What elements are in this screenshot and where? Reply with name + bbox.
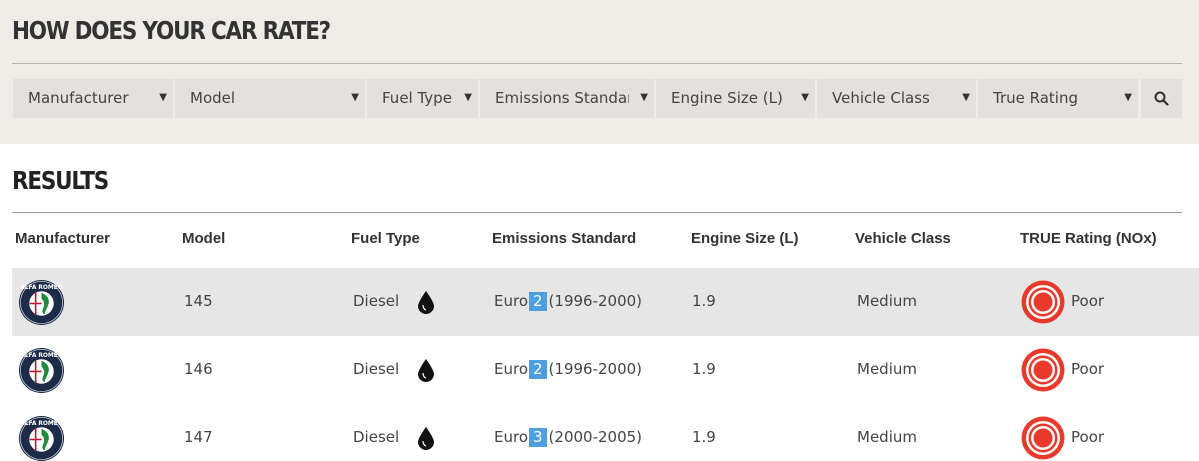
column-header: Model [182, 230, 226, 247]
engine-size-cell: 1.9 [692, 428, 716, 446]
model-cell: 147 [184, 428, 213, 446]
rating-text: Poor [1071, 360, 1105, 378]
column-header: Fuel Type [351, 230, 420, 247]
emissions-prefix: Euro [494, 428, 528, 446]
caret-down-icon: ▼ [159, 92, 167, 103]
fuel-drop-icon [418, 291, 434, 314]
model-cell: 146 [184, 360, 213, 378]
table-row[interactable]: ALFA ROMEO 146 Diesel Euro 2 (1996-2000) 1… [12, 336, 1199, 404]
emissions-years: (1996-2000) [548, 292, 643, 310]
select-label: Manufacturer [28, 89, 129, 107]
results-title: RESULTS [12, 166, 109, 195]
fuel-type-select[interactable]: Fuel Type ▼ [367, 79, 478, 118]
svg-text:ALFA ROMEO: ALFA ROMEO [20, 353, 62, 359]
rating-text: Poor [1071, 428, 1105, 446]
model-select[interactable]: Model ▼ [175, 79, 365, 118]
select-label: Model [190, 89, 236, 107]
poor-rating-icon [1021, 416, 1065, 460]
emissions-prefix: Euro [494, 292, 528, 310]
euro-level-badge: 2 [529, 360, 547, 379]
emissions-years: (2000-2005) [548, 428, 643, 446]
vehicle-class-cell: Medium [857, 428, 917, 446]
engine-size-cell: 1.9 [692, 292, 716, 310]
emissions-cell: Euro 2 (1996-2000) [494, 292, 642, 311]
poor-rating-icon [1021, 280, 1065, 324]
fuel-type-cell: Diesel [353, 428, 400, 446]
poor-rating-icon [1021, 348, 1065, 392]
divider [12, 63, 1182, 64]
true-rating-select[interactable]: True Rating ▼ [978, 79, 1138, 118]
alfa-romeo-logo: ALFA ROMEO [18, 279, 65, 326]
emissions-prefix: Euro [494, 360, 528, 378]
svg-text:ALFA ROMEO: ALFA ROMEO [20, 285, 62, 291]
emissions-cell: Euro 2 (1996-2000) [494, 360, 642, 379]
caret-down-icon: ▼ [351, 92, 359, 103]
table-row[interactable]: ALFA ROMEO 145 Diesel Euro 2 (1996-2000) 1… [12, 268, 1199, 336]
column-header: Emissions Standard [492, 230, 637, 247]
column-header: Manufacturer [15, 230, 111, 247]
table-row[interactable]: ALFA ROMEO 147 Diesel Euro 3 (2000-2005) 1… [12, 404, 1199, 461]
select-label: Emissions Standar [495, 89, 629, 107]
select-label: True Rating [993, 89, 1078, 107]
svg-text:ALFA ROMEO: ALFA ROMEO [20, 421, 62, 427]
rating-text: Poor [1071, 292, 1105, 310]
search-button[interactable] [1141, 79, 1182, 118]
euro-level-badge: 3 [529, 428, 547, 447]
select-label: Vehicle Class [832, 89, 930, 107]
emissions-standard-select[interactable]: Emissions Standar ▼ [480, 79, 654, 118]
search-icon [1154, 91, 1169, 106]
fuel-type-cell: Diesel [353, 292, 400, 310]
column-header: TRUE Rating (NOx) [1020, 230, 1157, 247]
emissions-cell: Euro 3 (2000-2005) [494, 428, 642, 447]
select-label: Fuel Type [382, 89, 452, 107]
caret-down-icon: ▼ [962, 92, 970, 103]
vehicle-class-cell: Medium [857, 360, 917, 378]
caret-down-icon: ▼ [1124, 92, 1132, 103]
column-header: Engine Size (L) [691, 230, 799, 247]
vehicle-class-cell: Medium [857, 292, 917, 310]
vehicle-class-select[interactable]: Vehicle Class ▼ [817, 79, 976, 118]
fuel-drop-icon [418, 427, 434, 450]
engine-size-cell: 1.9 [692, 360, 716, 378]
caret-down-icon: ▼ [464, 92, 472, 103]
divider [12, 212, 1182, 213]
column-header: Vehicle Class [855, 230, 951, 247]
filter-panel: HOW DOES YOUR CAR RATE? Manufacturer ▼ M… [0, 0, 1199, 144]
select-label: Engine Size (L) [671, 89, 783, 107]
caret-down-icon: ▼ [640, 92, 648, 103]
alfa-romeo-logo: ALFA ROMEO [18, 347, 65, 394]
fuel-type-cell: Diesel [353, 360, 400, 378]
page-title: HOW DOES YOUR CAR RATE? [12, 16, 331, 45]
alfa-romeo-logo: ALFA ROMEO [18, 415, 65, 461]
manufacturer-select[interactable]: Manufacturer ▼ [13, 79, 173, 118]
engine-size-select[interactable]: Engine Size (L) ▼ [656, 79, 815, 118]
euro-level-badge: 2 [529, 292, 547, 311]
emissions-years: (1996-2000) [548, 360, 643, 378]
fuel-drop-icon [418, 359, 434, 382]
model-cell: 145 [184, 292, 213, 310]
caret-down-icon: ▼ [801, 92, 809, 103]
